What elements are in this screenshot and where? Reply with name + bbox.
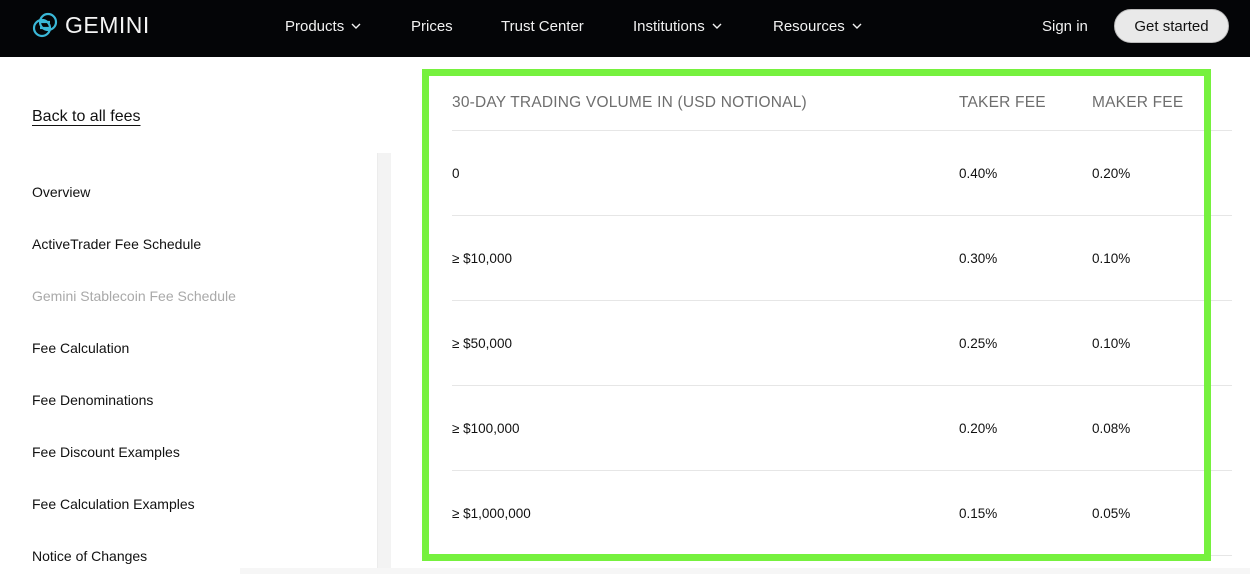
taker-fee-cell: 0.25% [959,336,998,351]
sidebar-item-activetrader-fee-schedule[interactable]: ActiveTrader Fee Schedule [32,236,201,252]
column-header-taker-fee: TAKER FEE [959,94,1046,111]
table-row: ≥ $100,000 0.20% 0.08% [452,386,1232,471]
table-header-row: 30-DAY TRADING VOLUME IN (USD NOTIONAL) … [452,74,1232,131]
maker-fee-cell: 0.10% [1092,251,1131,266]
back-to-all-fees-link[interactable]: Back to all fees [32,108,141,126]
volume-cell: 0 [452,166,460,181]
maker-fee-cell: 0.10% [1092,336,1131,351]
taker-fee-cell: 0.15% [959,506,998,521]
taker-fee-cell: 0.30% [959,251,998,266]
chevron-down-icon [351,23,361,29]
table-row: 0 0.40% 0.20% [452,131,1232,216]
get-started-button[interactable]: Get started [1114,9,1229,43]
nav-institutions[interactable]: Institutions [633,0,722,52]
volume-cell: ≥ $10,000 [452,251,512,266]
horizontal-scrollbar[interactable] [240,568,1250,574]
maker-fee-cell: 0.05% [1092,506,1131,521]
nav-prices-label: Prices [411,17,453,35]
sidebar-item-fee-denominations[interactable]: Fee Denominations [32,392,153,408]
taker-fee-cell: 0.40% [959,166,998,181]
taker-fee-cell: 0.20% [959,421,998,436]
gemini-logo[interactable]: GEMINI [31,10,150,40]
fee-table: 30-DAY TRADING VOLUME IN (USD NOTIONAL) … [452,74,1232,556]
column-header-volume: 30-DAY TRADING VOLUME IN (USD NOTIONAL) [452,94,807,111]
nav-trust-center-label: Trust Center [501,17,584,35]
chevron-down-icon [852,23,862,29]
sidebar-item-overview[interactable]: Overview [32,184,90,200]
nav-prices[interactable]: Prices [411,0,453,52]
volume-cell: ≥ $50,000 [452,336,512,351]
maker-fee-cell: 0.08% [1092,421,1131,436]
nav-resources[interactable]: Resources [773,0,862,52]
nav-products-label: Products [285,17,345,35]
volume-cell: ≥ $1,000,000 [452,506,531,521]
volume-cell: ≥ $100,000 [452,421,520,436]
nav-trust-center[interactable]: Trust Center [501,0,584,52]
nav-resources-label: Resources [773,17,845,35]
sidebar-item-gemini-stablecoin-fee-schedule[interactable]: Gemini Stablecoin Fee Schedule [32,288,236,304]
sidebar-scrollbar[interactable] [377,153,391,574]
sidebar-item-fee-discount-examples[interactable]: Fee Discount Examples [32,444,180,460]
sign-in-link[interactable]: Sign in [1042,0,1088,52]
gemini-logo-icon [32,12,58,38]
sidebar-item-notice-of-changes[interactable]: Notice of Changes [32,548,147,564]
top-navigation-bar: GEMINI Products Prices Trust Center Inst… [0,0,1250,57]
nav-products[interactable]: Products [285,0,361,52]
table-row: ≥ $10,000 0.30% 0.10% [452,216,1232,301]
table-row: ≥ $50,000 0.25% 0.10% [452,301,1232,386]
sidebar-item-fee-calculation[interactable]: Fee Calculation [32,340,129,356]
nav-institutions-label: Institutions [633,17,705,35]
sidebar-item-fee-calculation-examples[interactable]: Fee Calculation Examples [32,496,195,512]
table-row: ≥ $1,000,000 0.15% 0.05% [452,471,1232,556]
chevron-down-icon [712,23,722,29]
brand-name: GEMINI [65,11,150,38]
column-header-maker-fee: MAKER FEE [1092,94,1184,111]
maker-fee-cell: 0.20% [1092,166,1131,181]
